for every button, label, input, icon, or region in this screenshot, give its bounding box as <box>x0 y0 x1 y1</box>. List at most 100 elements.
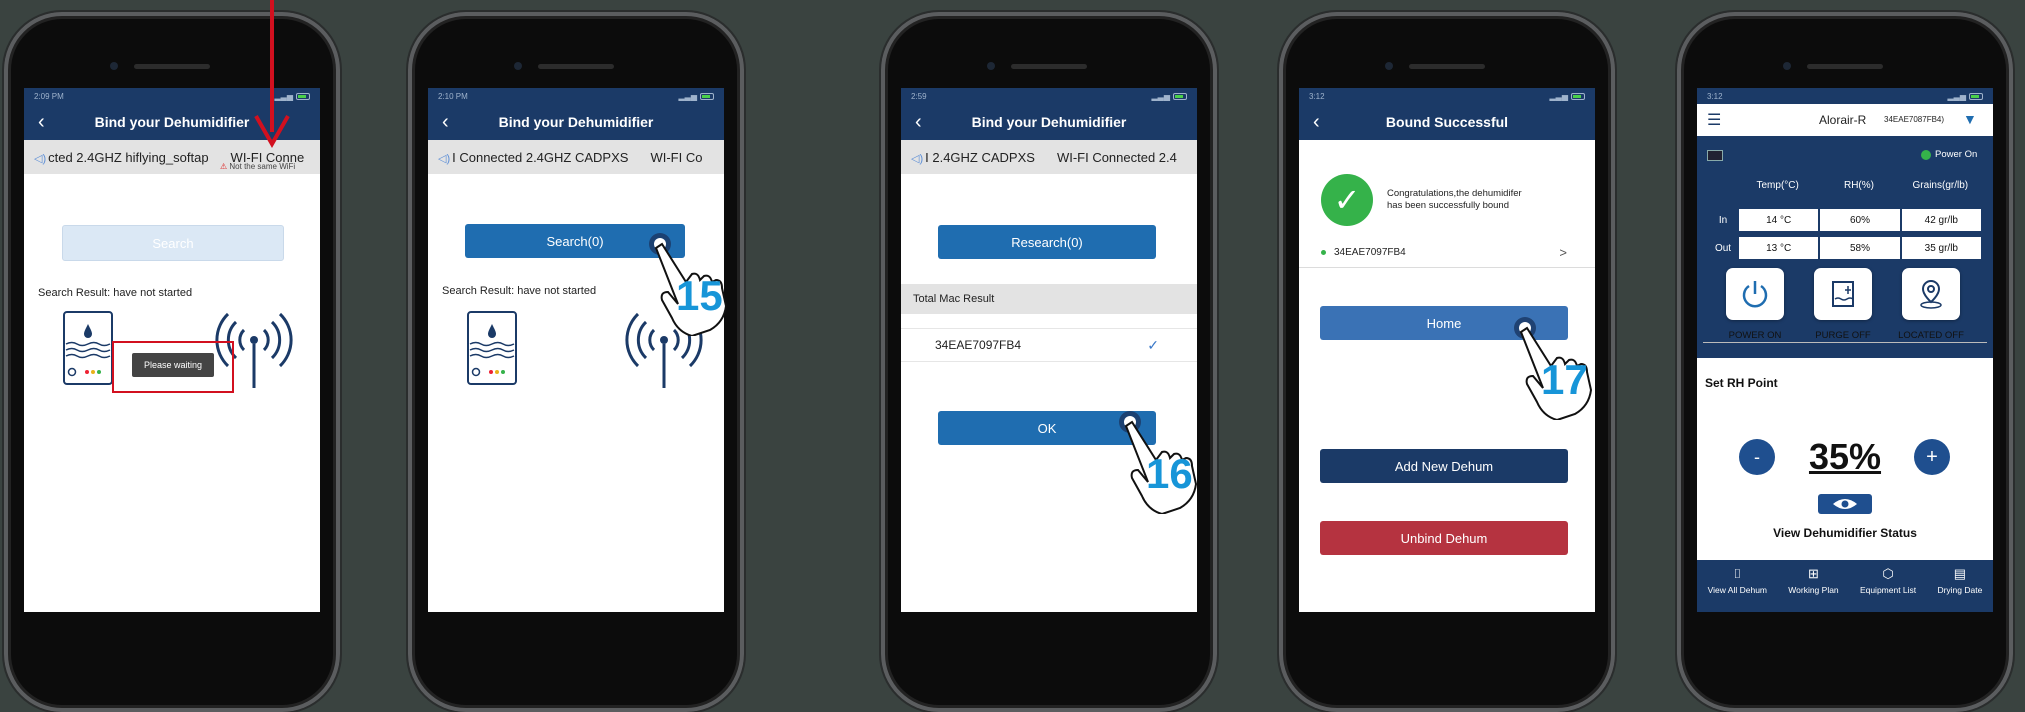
status-time: 2:59 <box>911 91 927 101</box>
purge-label: PURGE OFF <box>1815 330 1871 341</box>
research-button[interactable]: Research(0) <box>938 225 1156 259</box>
front-camera <box>987 62 995 70</box>
tab-view-all-dehum[interactable]: ⌷ View All Dehum <box>1708 560 1767 612</box>
wifi-marquee: ◁) I 2.4GHZ CADPXS WI-FI Connected 2.4 <box>901 140 1197 174</box>
front-camera <box>514 62 522 70</box>
speaker <box>134 64 210 69</box>
front-camera <box>110 62 118 70</box>
chevron-right-icon: > <box>1559 245 1567 260</box>
wifi-warning: ⚠ Not the same WiFi <box>220 162 296 171</box>
search-result: Search Result: have not started <box>442 285 597 297</box>
status-time: 2:10 PM <box>438 91 468 101</box>
speaker <box>538 64 614 69</box>
status-bar: 3:12 ▂▃▅ <box>1299 88 1595 104</box>
status-time: 3:12 <box>1309 91 1325 101</box>
unbind-dehum-button[interactable]: Unbind Dehum <box>1320 521 1568 555</box>
phone-frame: 2:59 ▂▃▅ ‹ Bind your Dehumidifier ◁) I 2.… <box>881 12 1217 712</box>
battery-icon <box>1173 92 1187 100</box>
status-time: 2:09 PM <box>34 91 64 101</box>
wifi-marquee: ◁) I Connected 2.4GHZ CADPXS WI-FI Co <box>428 140 724 174</box>
power-dot <box>1921 149 1931 160</box>
dropdown-arrow-icon[interactable]: ▼ <box>1963 111 1977 127</box>
toast: Please waiting <box>132 353 214 377</box>
signal-icon: ▂▃▅ <box>678 91 697 101</box>
tab-drying-date[interactable]: ▤ Drying Date <box>1937 560 1982 612</box>
battery-icon <box>1571 92 1585 100</box>
nav-bar: ‹ Bind your Dehumidifier <box>901 104 1197 140</box>
view-status-label: View Dehumidifier Status <box>1773 526 1917 540</box>
tab-equipment-list[interactable]: ⬡ Equipment List <box>1860 560 1916 612</box>
add-new-dehum-button[interactable]: Add New Dehum <box>1320 449 1568 483</box>
signal-icon: ▂▃▅ <box>1151 91 1170 101</box>
speaker <box>1011 64 1087 69</box>
search-result: Search Result: have not started <box>38 287 193 299</box>
eye-icon <box>1833 499 1857 509</box>
increase-button[interactable]: + <box>1914 439 1950 475</box>
speaker <box>1409 64 1485 69</box>
phone-frame: 2:10 PM ▂▃▅ ‹ Bind your Dehumidifier ◁) I… <box>408 12 744 712</box>
dehumidifier-icon <box>63 311 113 385</box>
camera-icon: ⌷ <box>1733 566 1742 581</box>
box-icon: ⬡ <box>1882 566 1894 581</box>
device-ref: 34EAE7087FB4) <box>1884 115 1945 124</box>
warning-icon: ⚠ <box>220 162 228 171</box>
locate-label: LOCATED OFF <box>1898 330 1964 341</box>
wifi-item: ◁) I Connected 2.4GHZ CADPXS <box>438 149 629 165</box>
rh-value: 35% <box>1808 436 1882 477</box>
speaker-icon: ◁) <box>34 152 47 165</box>
status-bar: 2:10 PM ▂▃▅ <box>428 88 724 104</box>
step-number: 16 <box>1146 450 1193 497</box>
divider <box>1703 342 1987 343</box>
power-label: POWER ON <box>1728 330 1782 341</box>
menu-icon[interactable]: ☰ <box>1707 110 1721 130</box>
online-dot <box>1321 250 1326 255</box>
set-rh-title: Set RH Point <box>1705 376 1778 390</box>
wifi-item: ◁) cted 2.4GHZ hiflying_softap <box>34 149 209 165</box>
signal-icon: ▂▃▅ <box>1947 91 1966 101</box>
mac-list-item[interactable]: 34EAE7097FB4 ✓ <box>901 328 1197 362</box>
bind-screen-3: 2:59 ▂▃▅ ‹ Bind your Dehumidifier ◁) I 2.… <box>901 88 1197 612</box>
status-bar: 2:59 ▂▃▅ <box>901 88 1197 104</box>
page-title: Bind your Dehumidifier <box>971 114 1127 130</box>
location-icon <box>1920 279 1942 309</box>
status-bar: 3:12 ▂▃▅ <box>1697 88 1993 104</box>
speaker <box>1807 64 1883 69</box>
back-icon[interactable]: ‹ <box>442 111 449 134</box>
table-row: In 14 °C 60% 42 gr/lb <box>1709 209 1981 231</box>
battery-icon <box>1969 92 1983 100</box>
congrats-message: Congratulations,the dehumidifer has been… <box>1387 188 1522 211</box>
bind-screen-2: 2:10 PM ▂▃▅ ‹ Bind your Dehumidifier ◁) I… <box>428 88 724 612</box>
table-row: Out 13 °C 58% 35 gr/lb <box>1709 237 1981 259</box>
bound-device-row[interactable]: 34EAE7097FB4 > <box>1299 238 1595 268</box>
result-section-header: Total Mac Result <box>901 284 1197 314</box>
decrease-button[interactable]: - <box>1739 439 1775 475</box>
table-header: Temp(°C) RH(%) Grains(gr/lb) <box>1756 180 1969 191</box>
search-button[interactable]: Search <box>62 225 284 261</box>
tab-working-plan[interactable]: ⊞ Working Plan <box>1788 560 1838 612</box>
locate-button[interactable] <box>1902 268 1960 320</box>
annotation-arrow <box>254 0 290 149</box>
speaker-icon: ◁) <box>438 152 451 165</box>
wifi-item: WI-FI Connected 2.4 <box>1056 149 1177 165</box>
dashboard-screen: 3:12 ▂▃▅ ☰ Alorair-R 34EAE7087FB4) ▼ Pow… <box>1697 88 1993 612</box>
environment-table: In 14 °C 60% 42 gr/lb Out 13 °C 58% 35 g… <box>1709 209 1981 265</box>
battery-icon <box>700 92 714 100</box>
status-time: 3:12 <box>1707 91 1723 101</box>
clipboard-icon: ▤ <box>1953 566 1967 581</box>
phone-frame: 3:12 ▂▃▅ ☰ Alorair-R 34EAE7087FB4) ▼ Pow… <box>1677 12 2013 712</box>
success-check-icon: ✓ <box>1321 174 1373 226</box>
back-icon[interactable]: ‹ <box>1313 111 1320 134</box>
power-status: Power On <box>1921 149 1977 160</box>
device-id: 34EAE7097FB4 <box>1334 247 1406 258</box>
purge-button[interactable] <box>1814 268 1872 320</box>
view-status-button[interactable] <box>1818 494 1872 514</box>
step-number: 15 <box>676 272 723 319</box>
dehumidifier-icon <box>467 311 517 385</box>
power-button[interactable] <box>1726 268 1784 320</box>
back-icon[interactable]: ‹ <box>38 111 45 134</box>
purge-icon <box>1832 281 1854 307</box>
brand-name: Alorair-R <box>1819 113 1867 127</box>
front-camera <box>1385 62 1393 70</box>
check-icon: ✓ <box>1147 336 1159 353</box>
back-icon[interactable]: ‹ <box>915 111 922 134</box>
